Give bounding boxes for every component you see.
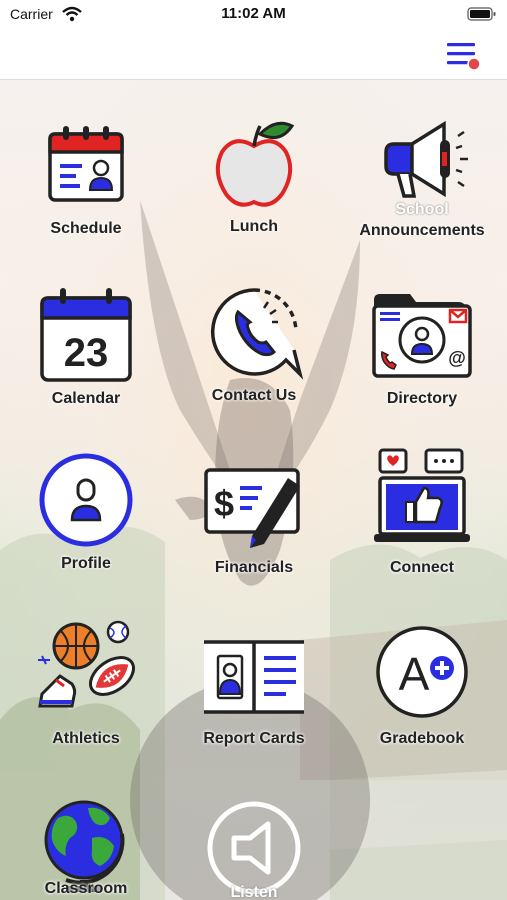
tile-school-announcements[interactable]: School Announcements [338, 90, 506, 260]
tile-label: Directory [386, 390, 458, 407]
tile-label: Report Cards [203, 730, 305, 747]
tile-label: Schedule [50, 220, 122, 237]
hamburger-menu-icon [447, 43, 481, 71]
tile-schedule[interactable]: Schedule [2, 90, 170, 260]
tile-lunch[interactable]: Lunch [170, 90, 338, 260]
tile-gradebook[interactable]: A Gradebook [338, 596, 506, 766]
tile-calendar[interactable]: 23 Calendar [2, 260, 170, 430]
notification-dot [467, 57, 481, 71]
tile-label: Classroom [44, 880, 128, 897]
tile-report-cards[interactable]: Report Cards [170, 596, 338, 766]
tile-contact-us[interactable]: Contact Us [170, 260, 338, 430]
tile-connect[interactable]: Connect [338, 426, 506, 596]
status-bar: Carrier 11:02 AM [0, 0, 507, 30]
phone-bubble-icon [210, 288, 304, 380]
tile-classroom[interactable]: Classroom [2, 772, 170, 900]
grade-letter: A [399, 648, 430, 700]
home-grid: Schedule Lunch School Announcements 23 C… [0, 80, 507, 900]
tile-listen[interactable]: Listen [170, 772, 338, 900]
calendar-schedule-icon [48, 126, 124, 202]
profile-icon [39, 453, 133, 547]
menu-button[interactable] [445, 39, 481, 73]
calendar-23-icon: 23 [40, 288, 132, 382]
directory-folder-icon: @ [372, 294, 472, 378]
tile-label: Listen [230, 884, 278, 900]
tile-label: Connect [390, 559, 454, 576]
nav-bar [0, 30, 507, 80]
social-laptop-icon [374, 448, 470, 542]
tile-label-line1: School [395, 201, 449, 218]
tile-profile[interactable]: Profile [2, 426, 170, 596]
tile-athletics[interactable]: Athletics [2, 596, 170, 766]
apple-icon [215, 121, 295, 207]
speaker-icon [207, 801, 301, 894]
tile-financials[interactable]: $ Financials [170, 426, 338, 596]
report-card-icon [204, 640, 304, 714]
tile-label: Contact Us [211, 387, 297, 404]
grade-a-plus-icon: A [376, 626, 468, 718]
calendar-day-number: 23 [64, 331, 109, 375]
svg-text:@: @ [448, 348, 466, 368]
tile-directory[interactable]: @ Directory [338, 260, 506, 430]
dollar-sign: $ [214, 483, 234, 524]
check-dollar-icon: $ [204, 468, 300, 548]
battery-icon [467, 6, 497, 27]
tile-label: Calendar [51, 390, 121, 407]
tile-label: Financials [214, 559, 294, 576]
status-time: 11:02 AM [221, 5, 286, 22]
tile-label: Lunch [230, 218, 278, 235]
megaphone-icon [384, 120, 468, 198]
tile-label: Profile [61, 555, 111, 572]
tile-label: Gradebook [379, 730, 465, 747]
tile-label-line2: Announcements [359, 222, 485, 239]
sports-balls-icon [38, 620, 135, 708]
tile-label: Athletics [52, 730, 120, 747]
